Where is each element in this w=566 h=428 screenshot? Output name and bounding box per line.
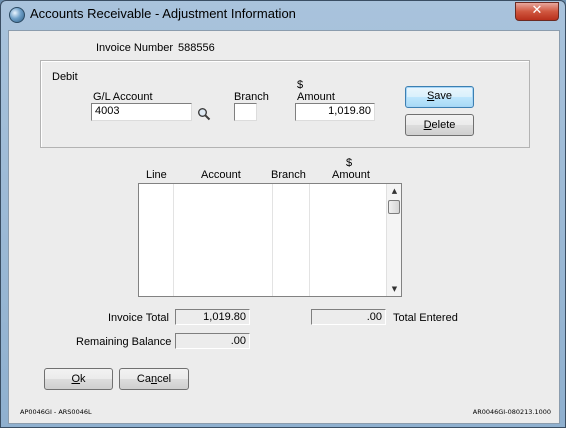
save-button[interactable]: Save (405, 86, 474, 108)
delete-label: elete (431, 119, 456, 131)
cancel-label: cel (157, 373, 172, 385)
amount-currency-label: $ (297, 79, 304, 91)
gl-account-label: G/L Account (93, 91, 153, 103)
application-window: Accounts Receivable - Adjustment Informa… (0, 0, 566, 428)
amount-input[interactable]: 1,019.80 (295, 103, 375, 121)
footer-right-code: AR0046GI-080213.1000 (472, 408, 551, 416)
branch-input[interactable] (234, 103, 257, 121)
remaining-balance-value: .00 (175, 333, 250, 349)
scrollbar-thumb[interactable] (388, 200, 400, 214)
column-divider (309, 184, 310, 296)
total-entered-value: .00 (311, 309, 386, 325)
footer-left-code: AP0046GI - ARS0046L (20, 408, 92, 416)
dialog-body: Invoice Number 588556 Debit G/L Account … (8, 30, 560, 424)
debit-group: Debit G/L Account 4003 Branch $ Amount 1… (40, 60, 530, 148)
ok-button[interactable]: Ok (44, 368, 113, 390)
delete-mnemonic: D (423, 119, 432, 131)
invoice-number-label: Invoice Number (96, 42, 174, 54)
ok-mnemonic: O (71, 373, 81, 385)
close-icon: ✕ (531, 3, 543, 18)
ok-label: k (80, 373, 86, 385)
table-vertical-scrollbar[interactable]: ▲ ▼ (386, 184, 401, 296)
cancel-label-pre: Ca (136, 373, 151, 385)
invoice-total-value: 1,019.80 (175, 309, 250, 325)
scroll-down-arrow-icon[interactable]: ▼ (387, 282, 402, 296)
column-header-amount: Amount (332, 169, 370, 181)
delete-button[interactable]: Delete (405, 114, 474, 136)
adjustment-lines-table[interactable]: ▲ ▼ (138, 183, 402, 297)
column-header-branch: Branch (271, 169, 306, 181)
remaining-balance-label: Remaining Balance (76, 336, 172, 348)
invoice-total-label: Invoice Total (108, 312, 169, 324)
branch-label: Branch (234, 91, 269, 103)
app-globe-icon (9, 7, 25, 23)
window-title: Accounts Receivable - Adjustment Informa… (30, 6, 296, 21)
column-divider (173, 184, 174, 296)
column-header-amount-currency: $ (346, 157, 353, 169)
amount-label: Amount (297, 91, 335, 103)
invoice-number-value: 588556 (178, 42, 215, 54)
close-button[interactable]: ✕ (515, 2, 559, 21)
scroll-up-arrow-icon[interactable]: ▲ (387, 184, 402, 198)
total-entered-label: Total Entered (393, 312, 458, 324)
column-header-account: Account (201, 169, 241, 181)
title-bar[interactable]: Accounts Receivable - Adjustment Informa… (1, 1, 565, 29)
cancel-button[interactable]: Cancel (119, 368, 189, 390)
save-label: ave (434, 90, 453, 102)
gl-account-input[interactable]: 4003 (91, 103, 192, 121)
debit-group-label: Debit (52, 71, 78, 83)
column-header-line: Line (146, 169, 167, 181)
magnifier-icon[interactable] (197, 107, 211, 121)
column-divider (272, 184, 273, 296)
